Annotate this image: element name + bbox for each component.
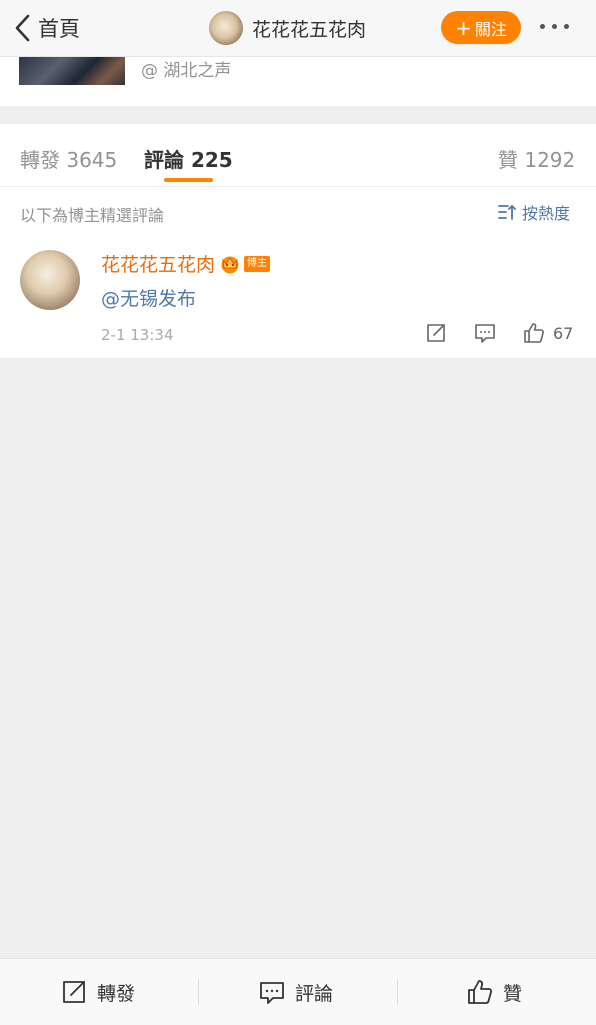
comments-panel: 轉發 3645 評論 225 贊 1292 以下為博主精選評論 按熱度 花花花五… — [0, 124, 596, 358]
top-nav-bar: 首頁 花花花五花肉 + 關注 — [0, 0, 596, 57]
comment-actions: 67 — [425, 322, 573, 344]
repost-label: 轉發 — [97, 982, 136, 1005]
more-dot — [552, 24, 557, 29]
comment-time: 2-1 13:34 — [101, 326, 174, 344]
comment-button[interactable]: 評論 — [259, 959, 333, 1025]
follow-button[interactable]: + 關注 — [441, 11, 521, 44]
tab-likes-label: 贊 — [498, 148, 518, 172]
chevron-left-icon — [15, 14, 30, 42]
tab-comments-label: 評論 — [144, 148, 184, 172]
tab-likes-count: 1292 — [524, 148, 576, 172]
repost-icon[interactable] — [425, 322, 447, 344]
repost-button[interactable]: 轉發 — [61, 959, 135, 1025]
tab-reposts[interactable]: 轉發 3645 — [20, 144, 117, 173]
like-label: 贊 — [503, 982, 523, 1005]
blogger-badge: 博主 — [244, 255, 271, 272]
toolbar-divider — [397, 979, 398, 1005]
post-thumbnail[interactable] — [19, 56, 125, 85]
more-dot — [564, 24, 569, 29]
selected-comments-label: 以下為博主精選評論 — [20, 206, 165, 225]
toolbar-divider — [198, 979, 199, 1005]
nav-title-text: 花花花五花肉 — [252, 18, 367, 41]
more-dot — [540, 24, 545, 29]
comment-icon[interactable] — [474, 322, 496, 344]
comment-text[interactable]: @无锡发布 — [101, 284, 196, 311]
plus-icon: + — [455, 15, 472, 40]
follow-label: 關注 — [474, 19, 507, 39]
comment-author-name[interactable]: 花花花五花肉 — [101, 250, 215, 277]
comment-label: 評論 — [295, 982, 334, 1005]
tab-reposts-count: 3645 — [66, 148, 118, 172]
nav-title[interactable]: 花花花五花肉 — [209, 10, 366, 46]
comment-author: 花花花五花肉 博主 — [101, 250, 271, 277]
comment-icon — [260, 982, 284, 1004]
tab-comments[interactable]: 評論 225 — [144, 144, 233, 173]
bottom-toolbar: 轉發 評論 贊 — [0, 958, 596, 1025]
sort-by-heat-button[interactable]: 按熱度 — [497, 200, 570, 224]
sort-icon — [498, 204, 516, 220]
source-text[interactable]: @ 湖北之声 — [141, 56, 231, 81]
comment-like-count: 67 — [553, 323, 574, 343]
tab-reposts-label: 轉發 — [20, 148, 60, 172]
post-source-strip: @ 湖北之声 — [0, 56, 596, 106]
tab-comments-count: 225 — [190, 148, 233, 172]
comment-author-avatar[interactable] — [20, 250, 80, 310]
back-button[interactable]: 首頁 — [14, 12, 80, 44]
sort-label: 按熱度 — [522, 204, 571, 223]
repost-icon — [63, 981, 85, 1003]
thumbs-up-icon[interactable] — [523, 322, 545, 344]
active-tab-indicator — [164, 178, 213, 182]
thumbs-up-icon — [468, 980, 493, 1004]
back-label: 首頁 — [38, 17, 80, 41]
crown-icon — [221, 256, 239, 273]
tab-bar: 轉發 3645 評論 225 贊 1292 — [0, 124, 596, 187]
more-options-icon[interactable] — [540, 24, 569, 29]
like-button[interactable]: 贊 — [467, 959, 522, 1025]
nav-avatar — [209, 11, 243, 45]
tab-likes[interactable]: 贊 1292 — [498, 144, 575, 173]
